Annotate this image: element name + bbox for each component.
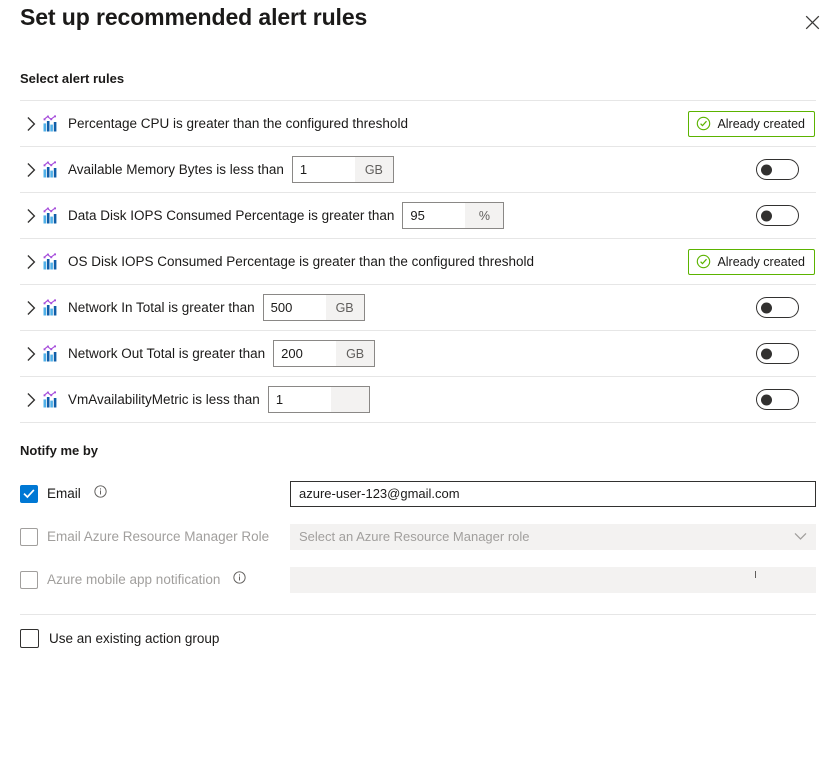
notify-options-list: Email azure-user-123@gmail.com Email Azure… — [20, 472, 816, 601]
alert-rule-row[interactable]: OS Disk IOPS Consumed Percentage is grea… — [20, 239, 816, 285]
alert-rule-status: Already created — [688, 111, 816, 137]
page-title: Set up recommended alert rules — [20, 4, 367, 31]
threshold-unit — [331, 387, 369, 412]
check-circle-icon — [696, 116, 711, 131]
alert-rule-label: VmAvailabilityMetric is less than — [68, 392, 260, 407]
notify-option-row: Azure mobile app notification — [20, 558, 816, 601]
alert-rule-label: Available Memory Bytes is less than — [68, 162, 284, 177]
info-icon[interactable] — [94, 485, 107, 503]
alert-rule-row[interactable]: Available Memory Bytes is less than 1GB — [20, 147, 816, 193]
alert-rule-status — [756, 159, 816, 180]
expand-rule-chevron-icon[interactable] — [20, 209, 42, 223]
alert-rule-row[interactable]: Percentage CPU is greater than the confi… — [20, 100, 816, 147]
notify-email-value: azure-user-123@gmail.com — [299, 486, 460, 501]
threshold-value[interactable]: 500 — [264, 295, 326, 320]
threshold-input-group[interactable]: 200GB — [273, 340, 375, 367]
expand-rule-chevron-icon[interactable] — [20, 163, 42, 177]
metric-chart-icon — [42, 253, 60, 271]
check-circle-icon — [696, 254, 711, 269]
alert-rule-row[interactable]: Network Out Total is greater than 200GB — [20, 331, 816, 377]
metric-chart-icon — [42, 115, 60, 133]
metric-chart-icon — [42, 161, 60, 179]
alert-rule-label: Data Disk IOPS Consumed Percentage is gr… — [68, 208, 394, 223]
notify-option-row: Email azure-user-123@gmail.com — [20, 472, 816, 515]
threshold-value[interactable]: 95 — [403, 203, 465, 228]
alert-rule-toggle[interactable] — [756, 297, 799, 318]
notify-label: Azure mobile app notification — [47, 572, 220, 587]
alert-rule-label: Percentage CPU is greater than the confi… — [68, 116, 408, 131]
info-icon[interactable] — [233, 571, 246, 589]
alert-rule-toggle[interactable] — [756, 159, 799, 180]
already-created-badge: Already created — [688, 249, 815, 275]
alert-rule-status: Already created — [688, 249, 816, 275]
threshold-input-group[interactable]: 1 — [268, 386, 370, 413]
alert-rule-label: Network Out Total is greater than — [68, 346, 265, 361]
arm-role-placeholder: Select an Azure Resource Manager role — [299, 529, 530, 544]
already-created-badge: Already created — [688, 111, 815, 137]
alert-rule-status — [756, 343, 816, 364]
threshold-input-group[interactable]: 500GB — [263, 294, 365, 321]
alert-rule-toggle[interactable] — [756, 343, 799, 364]
alert-rules-list: Percentage CPU is greater than the confi… — [20, 100, 816, 423]
metric-chart-icon — [42, 345, 60, 363]
alert-rule-label: Network In Total is greater than — [68, 300, 255, 315]
metric-chart-icon — [42, 299, 60, 317]
notify-checkbox[interactable] — [20, 485, 38, 503]
toggle-knob — [761, 394, 772, 405]
notify-checkbox[interactable] — [20, 528, 38, 546]
alert-rule-label: OS Disk IOPS Consumed Percentage is grea… — [68, 254, 534, 269]
toggle-knob — [761, 348, 772, 359]
alert-rule-status — [756, 297, 816, 318]
threshold-value[interactable]: 1 — [269, 387, 331, 412]
threshold-unit: GB — [336, 341, 374, 366]
expand-rule-chevron-icon[interactable] — [20, 347, 42, 361]
threshold-value[interactable]: 1 — [293, 157, 355, 182]
alert-rule-row[interactable]: Network In Total is greater than 500GB — [20, 285, 816, 331]
toggle-knob — [761, 164, 772, 175]
bottom-divider — [20, 614, 816, 615]
alert-rule-status — [756, 389, 816, 410]
metric-chart-icon — [42, 207, 60, 225]
select-alert-rules-heading: Select alert rules — [20, 71, 124, 86]
notify-label: Email — [47, 486, 81, 501]
notify-checkbox[interactable] — [20, 571, 38, 589]
metric-chart-icon — [42, 391, 60, 409]
notify-option-control[interactable]: Email Azure Resource Manager Role — [20, 528, 290, 546]
threshold-unit: % — [465, 203, 503, 228]
already-created-label: Already created — [717, 117, 805, 131]
toggle-knob — [761, 302, 772, 313]
alert-rule-row[interactable]: Data Disk IOPS Consumed Percentage is gr… — [20, 193, 816, 239]
expand-rule-chevron-icon[interactable] — [20, 117, 42, 131]
arm-role-dropdown[interactable]: Select an Azure Resource Manager role — [290, 524, 816, 550]
threshold-input-group[interactable]: 95% — [402, 202, 504, 229]
notify-option-row: Email Azure Resource Manager Role Select … — [20, 515, 816, 558]
threshold-value[interactable]: 200 — [274, 341, 336, 366]
threshold-unit: GB — [326, 295, 364, 320]
close-icon[interactable] — [796, 6, 828, 38]
dropdown-chevron-down-icon[interactable] — [794, 532, 807, 541]
notify-option-control[interactable]: Email — [20, 485, 290, 503]
toggle-knob — [761, 210, 772, 221]
alert-rule-toggle[interactable] — [756, 205, 799, 226]
expand-rule-chevron-icon[interactable] — [20, 255, 42, 269]
alert-rule-row[interactable]: VmAvailabilityMetric is less than 1 — [20, 377, 816, 423]
notify-option-control[interactable]: Azure mobile app notification — [20, 571, 290, 589]
threshold-input-group[interactable]: 1GB — [292, 156, 394, 183]
use-existing-action-group-label: Use an existing action group — [49, 631, 219, 646]
alert-rule-status — [756, 205, 816, 226]
expand-rule-chevron-icon[interactable] — [20, 301, 42, 315]
notify-label: Email Azure Resource Manager Role — [47, 529, 269, 544]
mobile-app-field[interactable] — [290, 567, 816, 593]
use-existing-action-group-row[interactable]: Use an existing action group — [20, 629, 219, 648]
notify-me-by-heading: Notify me by — [20, 443, 98, 458]
already-created-label: Already created — [717, 255, 805, 269]
text-caret-artifact — [755, 571, 756, 578]
alert-rule-toggle[interactable] — [756, 389, 799, 410]
expand-rule-chevron-icon[interactable] — [20, 393, 42, 407]
use-existing-action-group-checkbox[interactable] — [20, 629, 39, 648]
notify-email-input[interactable]: azure-user-123@gmail.com — [290, 481, 816, 507]
dialog-header: Set up recommended alert rules — [0, 0, 836, 48]
checkmark-icon — [23, 488, 35, 500]
threshold-unit: GB — [355, 157, 393, 182]
